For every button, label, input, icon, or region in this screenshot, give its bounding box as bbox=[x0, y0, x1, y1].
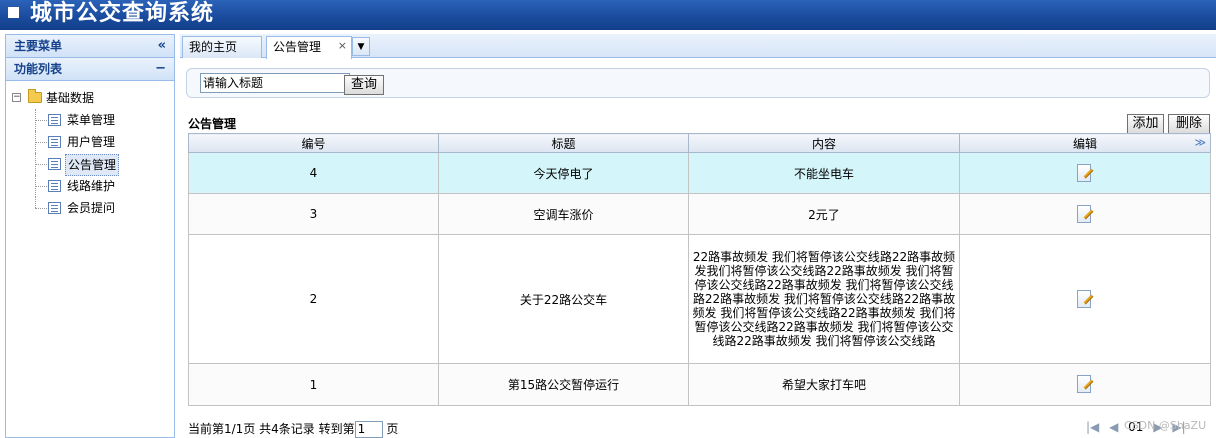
tab-strip: 我的主页 公告管理 × ▼ bbox=[180, 34, 1216, 59]
tree-item-notice-management[interactable]: 公告管理 bbox=[6, 153, 174, 176]
tab-active-label: 公告管理 bbox=[273, 40, 322, 54]
document-icon bbox=[48, 202, 61, 214]
folder-icon bbox=[28, 89, 42, 103]
cell-title: 第15路公交暂停运行 bbox=[438, 363, 689, 406]
app-title: 城市公交查询系统 bbox=[30, 1, 215, 26]
cell-content: 22路事故频发 我们将暂停该公交线路22路事故频发我们将暂停该公交线路22路事故… bbox=[688, 234, 960, 364]
table-row[interactable]: 4 今天停电了 不能坐电车 bbox=[188, 152, 1211, 194]
left-panel: 主要菜单 « 功能列表 − − 基础数据 菜单管理 用户管理 公告管理 线路维护… bbox=[5, 34, 175, 438]
pager-summary: 当前第1/1页 共4条记录 转到第 1 页 bbox=[188, 420, 398, 438]
tree-item-menu-management[interactable]: 菜单管理 bbox=[6, 109, 174, 131]
cell-edit bbox=[959, 234, 1211, 364]
column-header-edit-label: 编辑 bbox=[1072, 136, 1097, 151]
collapse-menu-icon[interactable]: « bbox=[158, 35, 166, 57]
search-bar: 请输入标题 查询 bbox=[186, 68, 1210, 98]
cell-id: 4 bbox=[188, 152, 439, 194]
function-tree: − 基础数据 菜单管理 用户管理 公告管理 线路维护 会员提问 bbox=[6, 81, 174, 219]
tree-item-label: 菜单管理 bbox=[67, 113, 116, 127]
cell-content: 希望大家打车吧 bbox=[688, 363, 960, 406]
close-icon[interactable]: × bbox=[338, 36, 347, 56]
table-row[interactable]: 1 第15路公交暂停运行 希望大家打车吧 bbox=[188, 363, 1211, 406]
cell-id: 2 bbox=[188, 234, 439, 364]
cell-title: 今天停电了 bbox=[438, 152, 689, 194]
tree-item-user-management[interactable]: 用户管理 bbox=[6, 131, 174, 153]
tree-item-label: 公告管理 bbox=[65, 154, 120, 176]
collapse-func-list-icon[interactable]: − bbox=[155, 58, 166, 80]
cell-edit bbox=[959, 193, 1211, 235]
tab-home[interactable]: 我的主页 bbox=[182, 36, 262, 58]
cell-id: 3 bbox=[188, 193, 439, 235]
tree-item-label: 会员提问 bbox=[67, 201, 116, 215]
add-button[interactable]: 添加 bbox=[1127, 114, 1164, 134]
edit-icon[interactable] bbox=[1076, 375, 1094, 394]
cell-id: 1 bbox=[188, 363, 439, 406]
search-input[interactable]: 请输入标题 bbox=[200, 73, 350, 93]
column-header-title[interactable]: 标题 bbox=[438, 133, 689, 153]
tree-root-basic-data[interactable]: − 基础数据 bbox=[6, 87, 174, 109]
cell-content: 2元了 bbox=[688, 193, 960, 235]
document-icon bbox=[48, 180, 61, 192]
tree-toggle-icon[interactable]: − bbox=[12, 93, 21, 102]
tree-item-label: 线路维护 bbox=[67, 179, 116, 193]
document-icon bbox=[48, 136, 61, 148]
prev-page-icon[interactable]: ◀ bbox=[1109, 420, 1118, 434]
app-logo-icon bbox=[8, 7, 19, 18]
table-row[interactable]: 3 空调车涨价 2元了 bbox=[188, 193, 1211, 235]
watermark: CSDN @ShaZU bbox=[1124, 419, 1207, 432]
delete-button[interactable]: 删除 bbox=[1168, 114, 1210, 134]
edit-icon[interactable] bbox=[1076, 163, 1094, 183]
table-row[interactable]: 2 关于22路公交车 22路事故频发 我们将暂停该公交线路22路事故频发我们将暂… bbox=[188, 234, 1211, 364]
edit-icon[interactable] bbox=[1076, 289, 1094, 309]
main-menu-header: 主要菜单 « bbox=[6, 35, 174, 58]
column-header-content[interactable]: 内容 bbox=[688, 133, 960, 153]
func-list-header: 功能列表 − bbox=[6, 58, 174, 81]
tab-home-label: 我的主页 bbox=[189, 40, 238, 54]
column-header-id[interactable]: 编号 bbox=[188, 133, 439, 153]
pager-summary-text: 当前第1/1页 共4条记录 转到第 bbox=[188, 422, 355, 436]
pager-suffix: 页 bbox=[386, 422, 399, 436]
tab-list-dropdown-icon[interactable]: ▼ bbox=[352, 37, 370, 56]
app-header: 城市公交查询系统 bbox=[0, 0, 1216, 30]
goto-page-input[interactable]: 1 bbox=[354, 421, 383, 438]
document-icon bbox=[48, 114, 61, 126]
table-header-row: 编号 标题 内容 编辑 ≫ bbox=[188, 133, 1211, 153]
cell-title: 空调车涨价 bbox=[438, 193, 689, 235]
first-page-icon[interactable]: |◀ bbox=[1086, 420, 1099, 434]
edit-icon[interactable] bbox=[1076, 204, 1094, 224]
section-title: 公告管理 bbox=[188, 117, 237, 131]
more-columns-icon[interactable]: ≫ bbox=[1194, 136, 1206, 149]
tree-root-label: 基础数据 bbox=[46, 91, 95, 105]
cell-edit bbox=[959, 152, 1211, 194]
cell-title: 关于22路公交车 bbox=[438, 234, 689, 364]
search-button[interactable]: 查询 bbox=[344, 75, 384, 95]
main-menu-title: 主要菜单 bbox=[14, 39, 63, 53]
cell-content: 不能坐电车 bbox=[688, 152, 960, 194]
cell-edit bbox=[959, 363, 1211, 406]
column-header-edit[interactable]: 编辑 ≫ bbox=[959, 133, 1211, 153]
tree-item-member-questions[interactable]: 会员提问 bbox=[6, 197, 174, 219]
notice-table: 编号 标题 内容 编辑 ≫ 4 今天停电了 不能坐电车 3 空调车涨价 2元了 bbox=[188, 133, 1211, 406]
tree-item-route-maintenance[interactable]: 线路维护 bbox=[6, 175, 174, 197]
main-area: 我的主页 公告管理 × ▼ 请输入标题 查询 公告管理 添加 删除 编号 标题 … bbox=[180, 34, 1216, 438]
tab-notice-management[interactable]: 公告管理 × bbox=[266, 36, 352, 59]
document-icon bbox=[48, 158, 61, 170]
func-list-title: 功能列表 bbox=[14, 62, 63, 76]
tree-item-label: 用户管理 bbox=[67, 135, 116, 149]
